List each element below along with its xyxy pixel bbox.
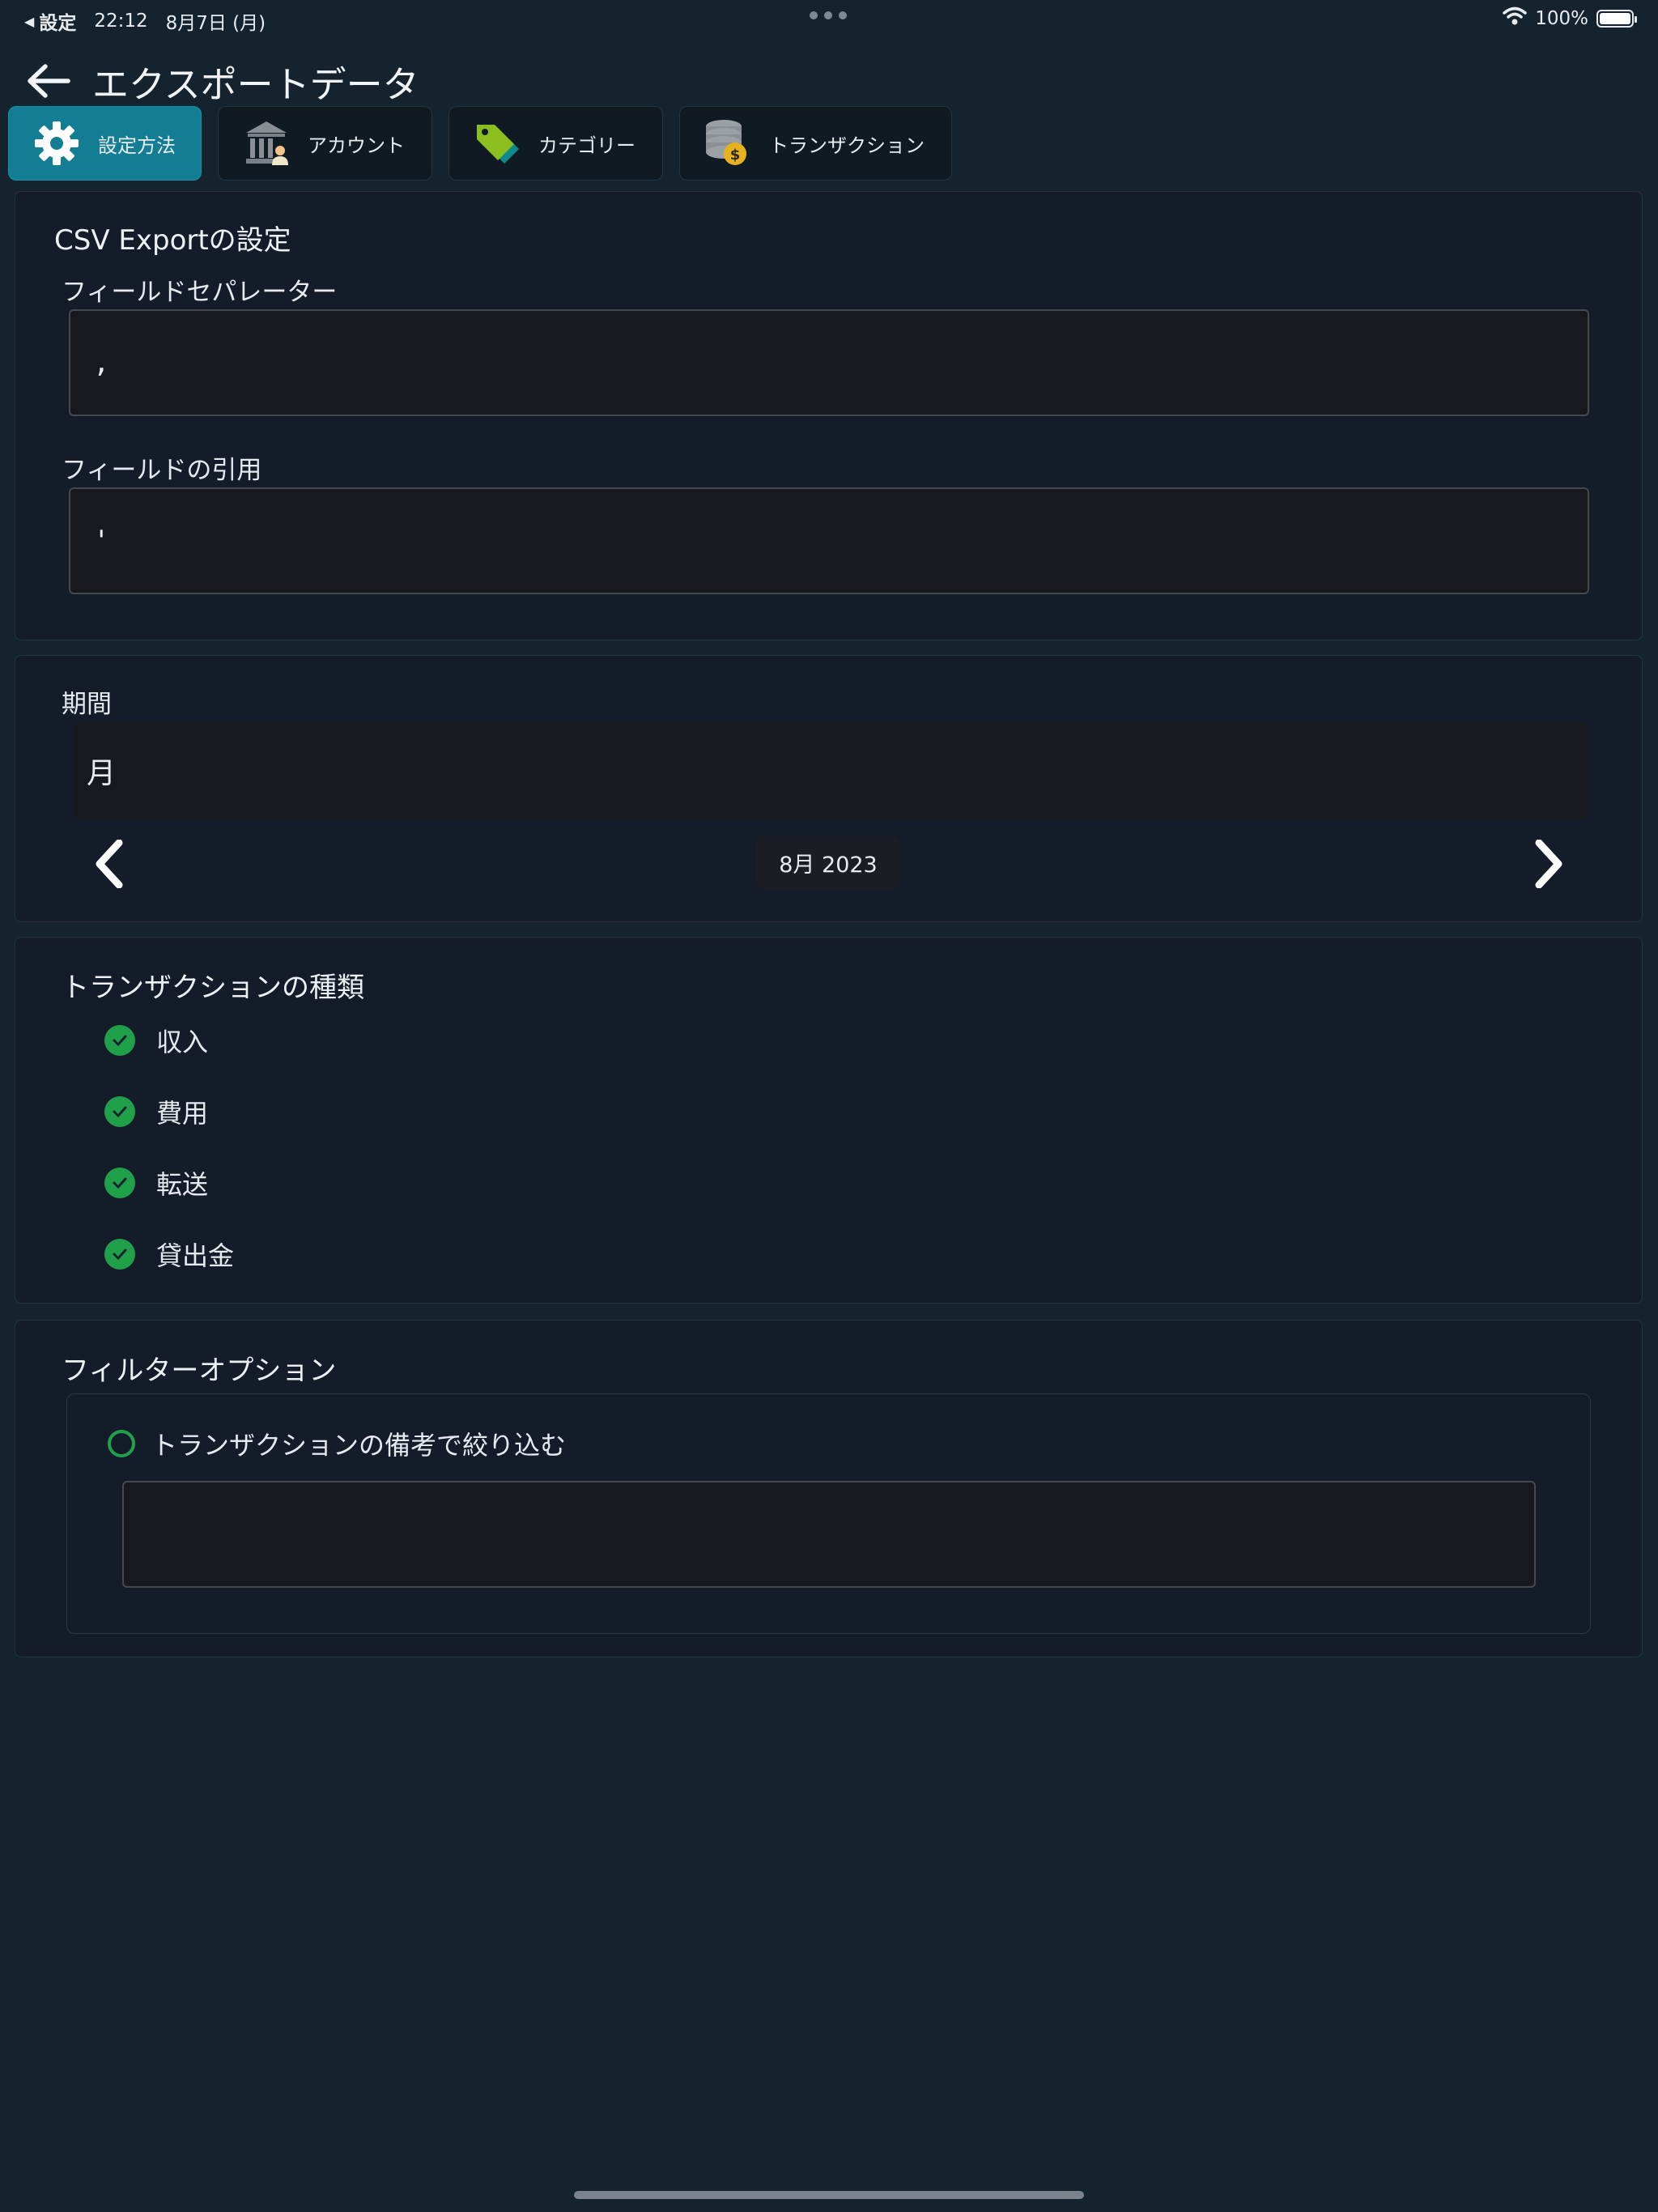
period-card: 期間 月 8月 2023: [15, 655, 1643, 922]
period-label: 期間: [62, 690, 112, 719]
type-loan-checkbox[interactable]: 貸出金: [104, 1236, 234, 1273]
field-quote-input[interactable]: ': [69, 487, 1589, 594]
field-separator-input[interactable]: ,: [69, 309, 1589, 416]
tag-icon: [474, 120, 521, 167]
tab-accounts-label: アカウント: [308, 134, 405, 157]
note-filter-toggle[interactable]: トランザクションの備考で絞り込む: [108, 1425, 566, 1462]
tab-transactions[interactable]: $ トランザクション: [679, 106, 952, 181]
header: エクスポートデータ: [23, 57, 419, 106]
tab-settings[interactable]: 設定方法: [8, 106, 202, 181]
checkmark-icon: [104, 1239, 135, 1270]
home-indicator[interactable]: [574, 2191, 1084, 2199]
tab-categories-label: カテゴリー: [538, 134, 636, 157]
radio-unchecked-icon: [108, 1430, 135, 1457]
bank-icon: [243, 120, 290, 167]
type-expense-label: 費用: [156, 1098, 209, 1129]
type-transfer-checkbox[interactable]: 転送: [104, 1164, 208, 1202]
tab-bar: 設定方法 アカウント カテゴリー $ トランザクション: [8, 106, 952, 181]
checkmark-icon: [104, 1025, 135, 1056]
next-period-button[interactable]: [1524, 836, 1573, 892]
filter-options-title: フィルターオプション: [62, 1355, 337, 1387]
back-to-app-link[interactable]: ◀ 設定: [24, 7, 76, 35]
multitask-dots-icon[interactable]: [810, 11, 847, 19]
type-income-checkbox[interactable]: 収入: [104, 1022, 208, 1059]
type-transfer-label: 転送: [156, 1169, 209, 1200]
type-loan-label: 貸出金: [156, 1240, 235, 1271]
current-period-label: 8月 2023: [756, 836, 900, 889]
checkmark-icon: [104, 1168, 135, 1198]
arrow-left-icon: [28, 64, 70, 98]
back-app-label: 設定: [39, 13, 77, 34]
type-expense-checkbox[interactable]: 費用: [104, 1093, 208, 1130]
csv-export-title: CSV Exportの設定: [54, 224, 291, 257]
filter-options-card: フィルターオプション トランザクションの備考で絞り込む: [15, 1320, 1643, 1657]
note-filter-label: トランザクションの備考で絞り込む: [151, 1430, 567, 1461]
battery-percent: 100%: [1535, 8, 1588, 29]
battery-icon: [1596, 10, 1637, 28]
status-time: 22:12: [94, 11, 148, 32]
tab-categories[interactable]: カテゴリー: [449, 106, 663, 181]
note-filter-panel: トランザクションの備考で絞り込む: [66, 1393, 1591, 1634]
type-income-label: 収入: [156, 1027, 209, 1057]
page-title: エクスポートデータ: [92, 62, 419, 106]
chevron-left-icon: [96, 840, 123, 888]
period-select[interactable]: 月: [74, 723, 1586, 819]
gear-icon: [33, 120, 80, 167]
back-button[interactable]: [23, 57, 74, 105]
field-separator-label: フィールドセパレーター: [62, 278, 338, 307]
csv-export-card: CSV Exportの設定 フィールドセパレーター , フィールドの引用 ': [15, 191, 1643, 640]
transaction-types-card: トランザクションの種類 収入 費用 転送 貸出金: [15, 937, 1643, 1304]
svg-text:$: $: [730, 147, 741, 164]
previous-period-button[interactable]: [85, 836, 134, 892]
chevron-right-icon: [1535, 840, 1562, 888]
transaction-types-title: トランザクションの種類: [62, 972, 364, 1004]
status-date: 8月7日 (月): [165, 13, 266, 34]
coins-icon: $: [704, 118, 751, 168]
tab-settings-label: 設定方法: [98, 134, 176, 157]
wifi-icon: [1503, 6, 1527, 31]
field-quote-label: フィールドの引用: [62, 456, 262, 485]
note-filter-input[interactable]: [122, 1481, 1536, 1588]
tab-transactions-label: トランザクション: [769, 134, 925, 157]
back-triangle-icon: ◀: [24, 13, 35, 29]
tab-accounts[interactable]: アカウント: [218, 106, 432, 181]
status-bar: ◀ 設定 22:12 8月7日 (月) 100%: [0, 0, 1658, 39]
checkmark-icon: [104, 1096, 135, 1127]
